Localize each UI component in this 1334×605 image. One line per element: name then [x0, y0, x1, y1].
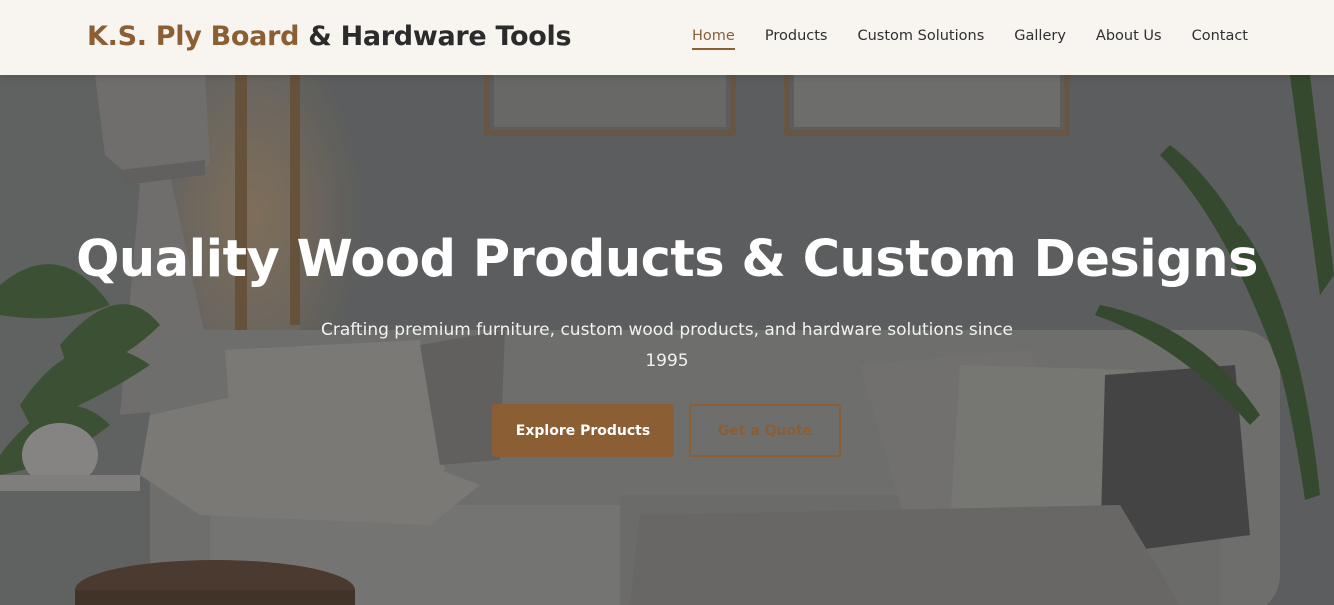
brand-name-rest: & Hardware Tools — [299, 21, 572, 52]
explore-products-button[interactable]: Explore Products — [492, 404, 674, 457]
brand-name-accent: K.S. Ply Board — [87, 21, 300, 52]
hero-subtitle: Crafting premium furniture, custom wood … — [320, 320, 1014, 371]
hero-title: Quality Wood Products & Custom Designs — [76, 230, 1258, 289]
nav-item-about-us[interactable]: About Us — [1096, 28, 1162, 50]
nav-item-custom-solutions[interactable]: Custom Solutions — [857, 28, 984, 50]
main-nav: Home Products Custom Solutions Gallery A… — [662, 28, 1248, 50]
nav-item-home[interactable]: Home — [692, 28, 735, 50]
hero-section: Quality Wood Products & Custom Designs C… — [0, 75, 1334, 605]
nav-item-contact[interactable]: Contact — [1192, 28, 1248, 50]
nav-item-products[interactable]: Products — [765, 28, 828, 50]
site-logo[interactable]: K.S. Ply Board & Hardware Tools — [87, 21, 572, 52]
site-header: K.S. Ply Board & Hardware Tools Home Pro… — [0, 0, 1334, 75]
get-a-quote-button[interactable]: Get a Quote — [689, 404, 841, 457]
nav-item-gallery[interactable]: Gallery — [1014, 28, 1066, 50]
